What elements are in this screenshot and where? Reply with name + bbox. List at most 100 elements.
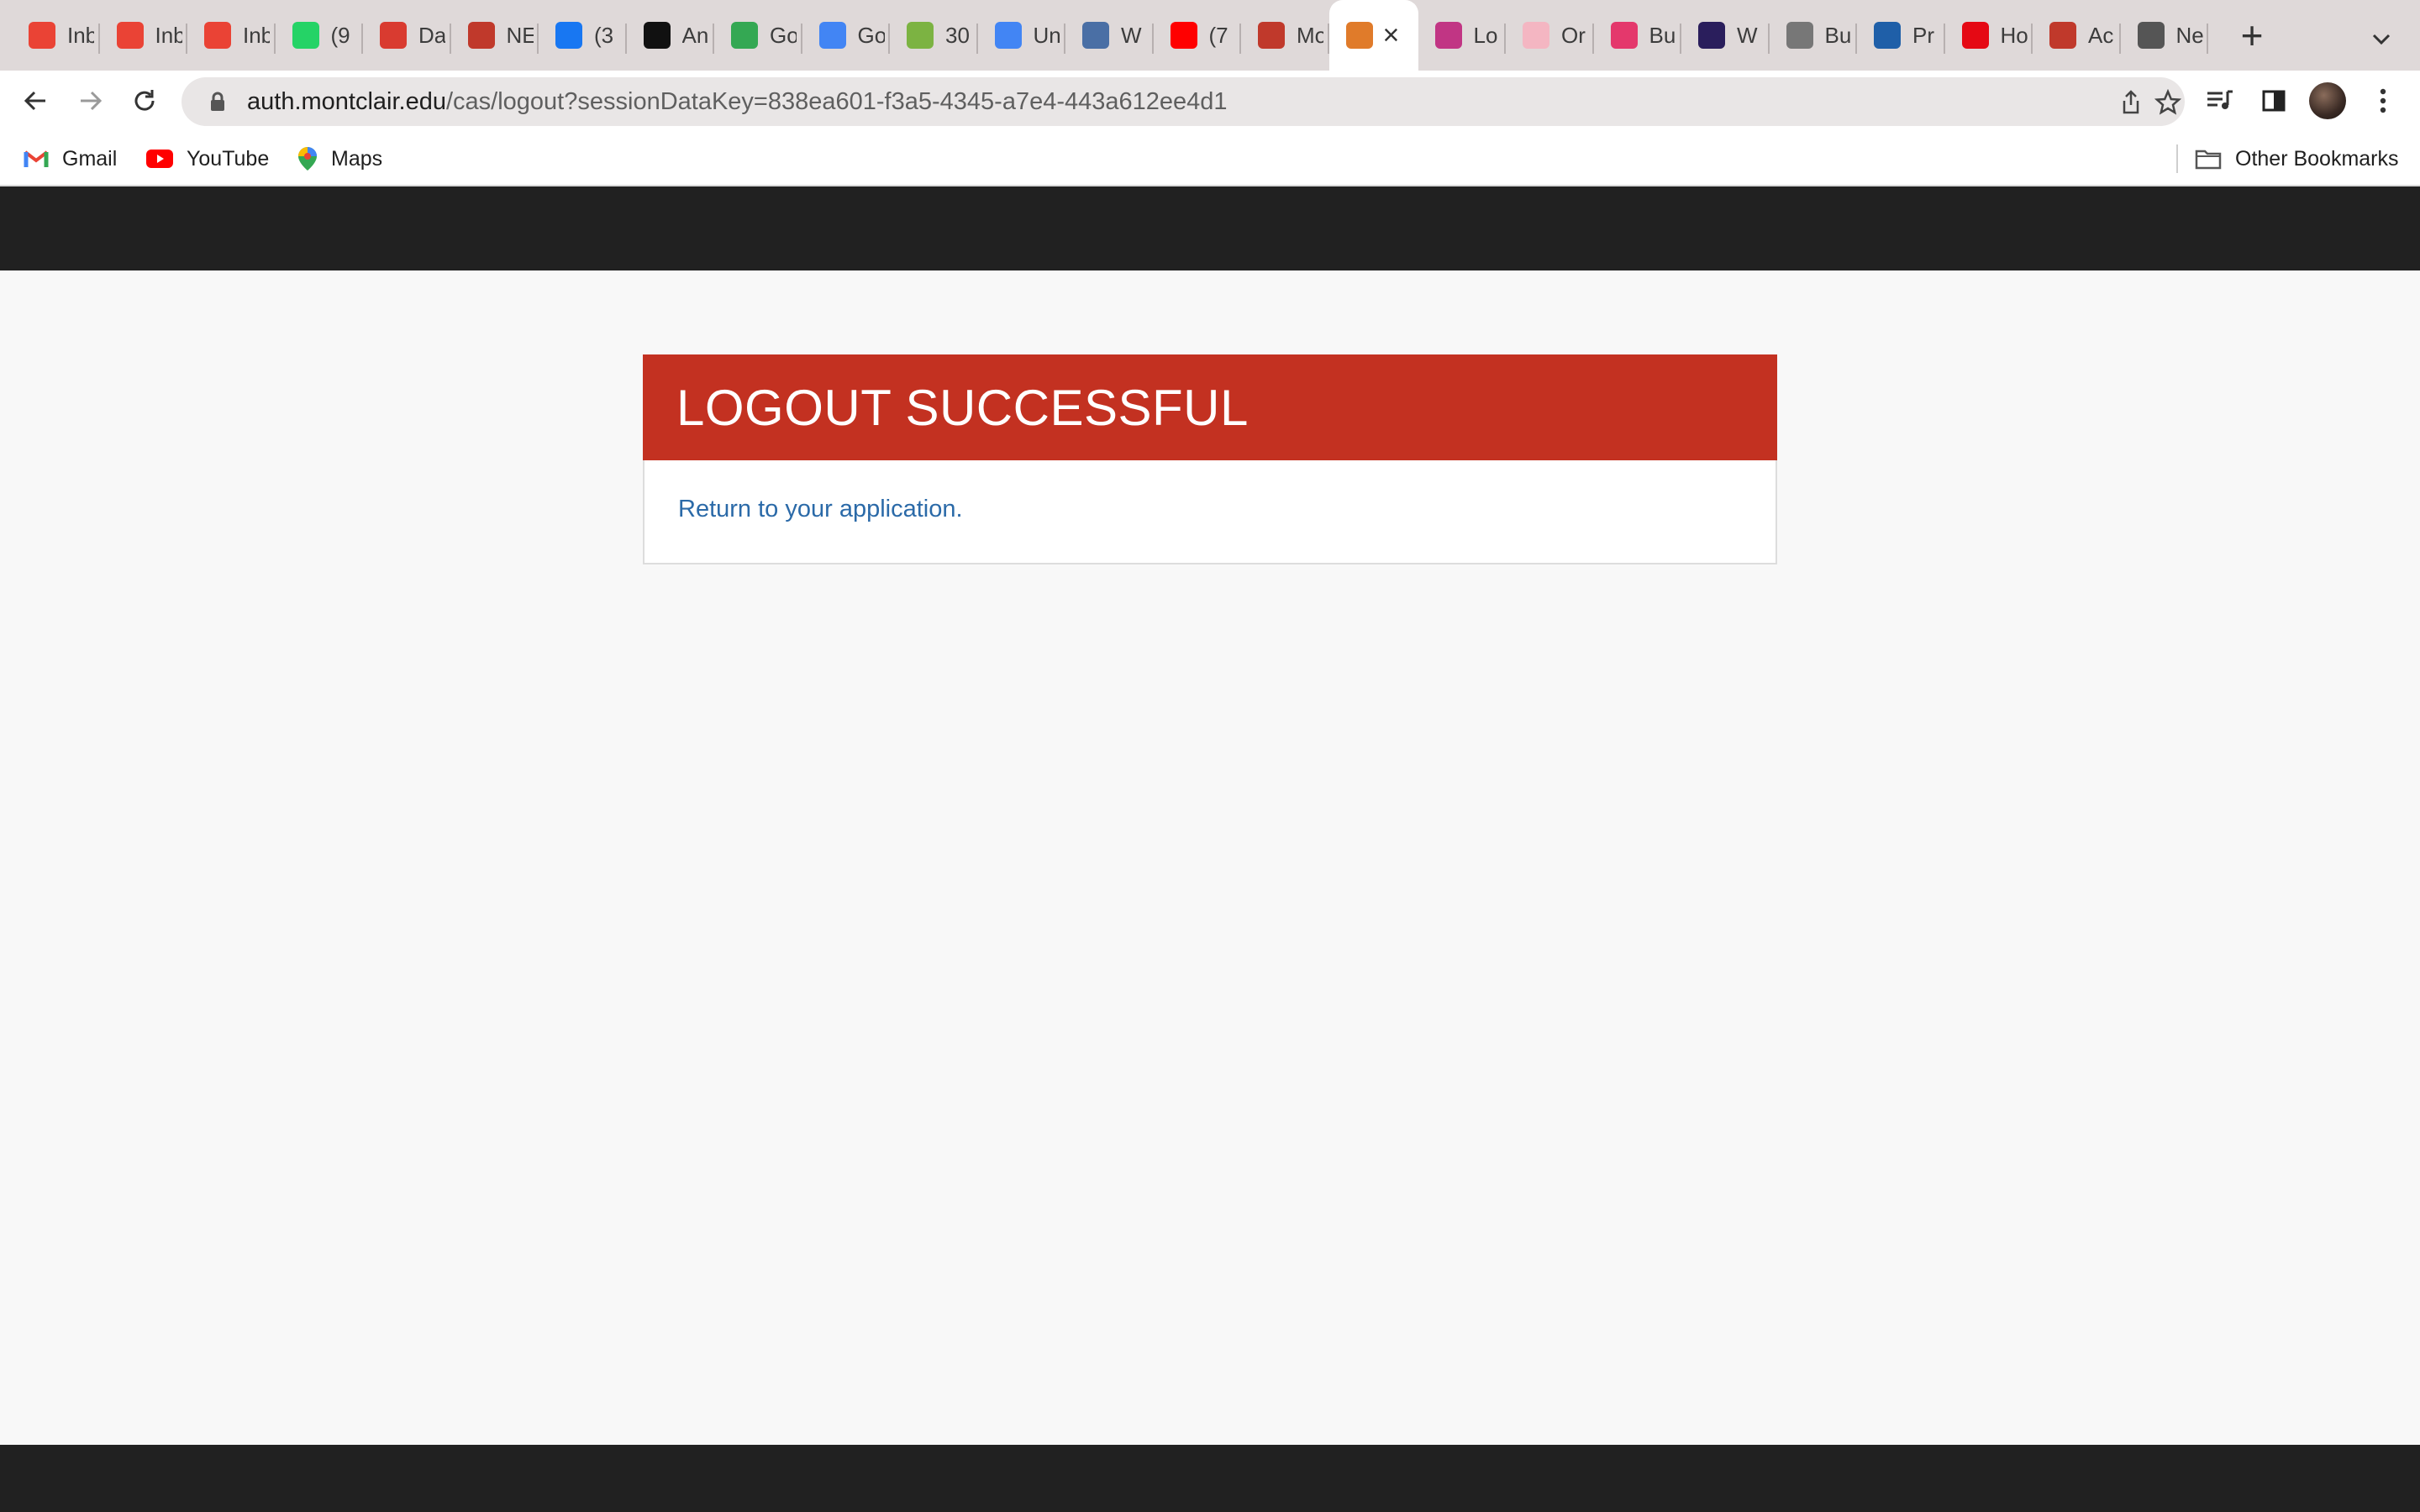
close-icon[interactable]: × (1383, 21, 1400, 50)
tab-title: An (681, 22, 709, 48)
media-queue-icon (2207, 90, 2233, 109)
tab-title: Mo (1297, 22, 1323, 48)
cas-icon (1345, 22, 1373, 49)
bookmark-youtube[interactable]: YouTube (146, 143, 269, 175)
browser-tab[interactable]: Bu (1594, 0, 1682, 71)
tab-title: W (1737, 22, 1758, 48)
shield-icon (467, 22, 495, 49)
bookmark-label: Gmail (62, 146, 118, 171)
browser-tab[interactable]: Ho (1945, 0, 2033, 71)
tab-title: Bu (1649, 22, 1676, 48)
chrome-icon (2137, 22, 2165, 49)
site-header-bar (0, 186, 2420, 270)
tab-title: Lo (1473, 22, 1498, 48)
tab-strip: Inbox Inbox Inbox (9 Da NE (3 An Go Go 30 Un W (7 Mo × L… (0, 0, 2420, 71)
share-icon (2123, 90, 2139, 114)
browser-tab[interactable]: Ac (2033, 0, 2121, 71)
smiley-icon (1523, 22, 1549, 49)
tab-active[interactable]: × (1328, 0, 1418, 71)
share-button[interactable] (2114, 86, 2148, 119)
browser-tab[interactable]: Go (802, 0, 891, 71)
browser-tab[interactable]: Mo (1241, 0, 1329, 71)
browser-tab[interactable]: Lo (1418, 0, 1507, 71)
side-panel-icon (2262, 90, 2286, 112)
browser-tab[interactable]: NE (451, 0, 539, 71)
bookmark-gmail[interactable]: Gmail (24, 143, 117, 175)
browser-tab[interactable]: Inbox (12, 0, 100, 71)
back-arrow-icon (24, 91, 45, 111)
docs-icon (994, 22, 1022, 49)
tab-title: Pr (1912, 22, 1934, 48)
mp-icon (1082, 22, 1109, 49)
tab-title: Ac (2088, 22, 2114, 48)
browser-tab[interactable]: Pr (1857, 0, 1945, 71)
side-panel-button[interactable] (2255, 82, 2292, 119)
url-host: auth.montclair.edu (247, 87, 446, 115)
bookmark-label: YouTube (187, 146, 270, 171)
browser-tab[interactable]: 30 (890, 0, 978, 71)
bookmark-star-button[interactable] (2151, 86, 2185, 119)
tab-search-button[interactable] (2366, 25, 2396, 55)
tab-title: Go (857, 22, 885, 48)
browser-tab[interactable]: Ne (2121, 0, 2209, 71)
forward-arrow-icon (81, 91, 103, 111)
other-bookmarks-label: Other Bookmarks (2235, 146, 2399, 171)
netflix-icon (1961, 22, 1989, 49)
profile-button[interactable] (2309, 82, 2346, 119)
tab-title: (3 (594, 22, 614, 48)
other-bookmarks-folder[interactable]: Other Bookmarks (2195, 143, 2399, 175)
browser-tab[interactable]: Go (714, 0, 802, 71)
tab-title: Ho (2000, 22, 2028, 48)
tab-title: W (1121, 22, 1142, 48)
browser-tab[interactable]: W (1681, 0, 1770, 71)
sun-icon (380, 22, 407, 49)
browser-tab[interactable]: Inbox (100, 0, 188, 71)
reload-button[interactable] (126, 82, 163, 119)
browser-tab[interactable]: Da (363, 0, 451, 71)
instagram-icon (1434, 22, 1462, 49)
address-bar[interactable]: auth.montclair.edu/cas/logout?sessionDat… (182, 77, 2185, 126)
tab-title: Inbox (243, 22, 270, 48)
browser-tab[interactable]: W (1065, 0, 1154, 71)
tab-title: 30 (945, 22, 970, 48)
bookmark-maps[interactable]: Maps (297, 143, 382, 175)
menu-button[interactable] (2365, 82, 2402, 119)
bookmarks-bar: Gmail YouTube Maps Other Bookmarks (0, 131, 2420, 186)
logout-banner: LOGOUT SUCCESSFUL (643, 354, 1777, 460)
browser-tab[interactable]: Or (1506, 0, 1594, 71)
media-control-button[interactable] (2202, 82, 2238, 119)
recycle-icon (907, 22, 934, 49)
chevron-down-icon (2372, 34, 2391, 45)
browser-tab[interactable]: (9 (276, 0, 364, 71)
browser-tab[interactable]: An (627, 0, 715, 71)
more-vertical-icon (2380, 88, 2386, 113)
browser-tab[interactable]: Bu (1770, 0, 1858, 71)
browser-tab[interactable]: Inbox (187, 0, 276, 71)
amazon-icon (643, 22, 671, 49)
toolbar: auth.montclair.edu/cas/logout?sessionDat… (0, 71, 2420, 131)
whatsapp-icon (292, 22, 319, 49)
browser-tab[interactable]: (3 (539, 0, 627, 71)
bookmark-label: Maps (331, 146, 383, 171)
facebook-icon (555, 22, 582, 49)
gmail-icon (204, 22, 231, 49)
back-button[interactable] (17, 82, 54, 119)
page-title: LOGOUT SUCCESSFUL (676, 379, 1249, 436)
star-icon (2154, 89, 2181, 115)
tab-title: Da (418, 22, 445, 48)
lock-icon[interactable] (205, 89, 230, 114)
tab-title: Or (1561, 22, 1586, 48)
tab-title: (7 (1208, 22, 1228, 48)
avatar (2309, 82, 2346, 119)
shield-icon (2049, 22, 2076, 49)
gmail-icon (29, 22, 55, 49)
browser-tab[interactable]: Un (978, 0, 1066, 71)
return-to-application-link[interactable]: Return to your application. (678, 496, 963, 522)
browser-chrome: Inbox Inbox Inbox (9 Da NE (3 An Go Go 30 Un W (7 Mo × L… (0, 0, 2420, 186)
new-tab-button[interactable]: + (2237, 16, 2267, 55)
sheets-icon (731, 22, 758, 49)
gmail-icon (24, 150, 49, 167)
tab-title: Go (770, 22, 797, 48)
forward-button[interactable] (72, 82, 109, 119)
browser-tab[interactable]: (7 (1154, 0, 1242, 71)
